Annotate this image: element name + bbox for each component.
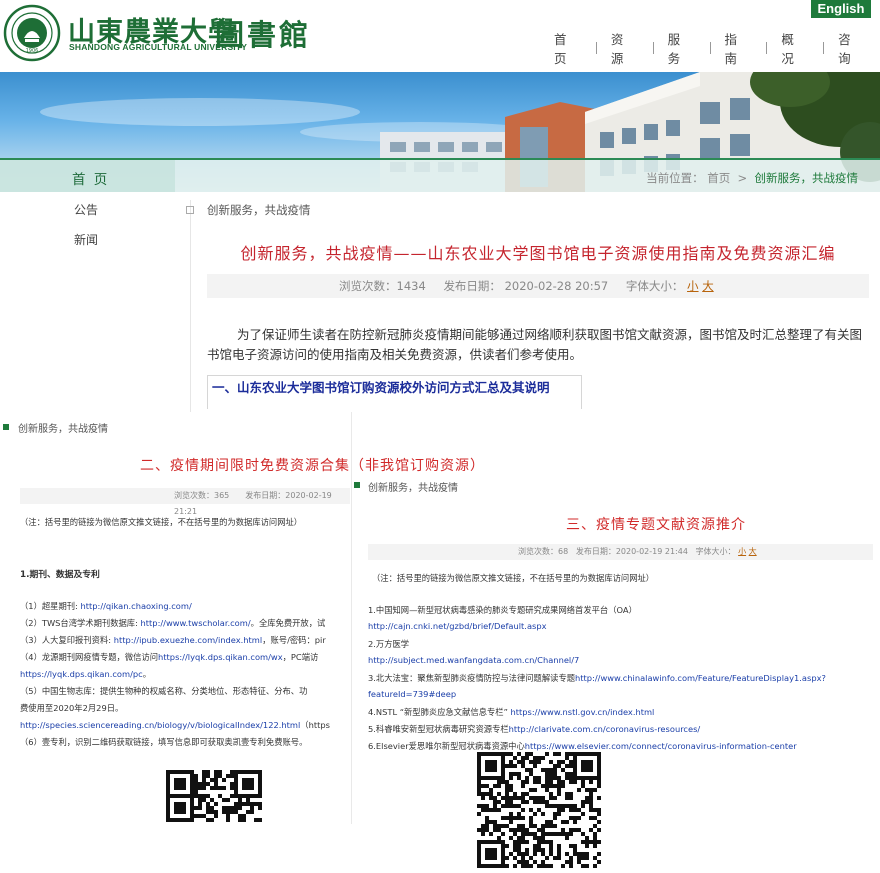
font-size-label: 字体大小： xyxy=(625,279,684,293)
nav-item-overview[interactable]: 概况 xyxy=(767,29,823,67)
category-label: 创新服务，共战疫情 xyxy=(18,424,108,435)
font-size-small-link[interactable]: 小 xyxy=(738,547,746,556)
resource-line: http://subject.med.wanfangdata.com.cn/Ch… xyxy=(368,655,579,665)
font-size-large-link[interactable]: 大 xyxy=(749,547,757,556)
category-marker-icon xyxy=(3,424,9,430)
resource-link[interactable]: https://www.elsevier.com/connect/coronav… xyxy=(525,741,797,751)
breadcrumb: 当前位置： 首页 > 创新服务，共战疫情 xyxy=(646,171,859,185)
article-title: 三、疫情专题文献资源推介 xyxy=(566,517,746,533)
library-name: 圖書館 xyxy=(215,18,312,52)
site-header: 1906 山東農業大學 SHANDONG AGRICULTURAL UNIVER… xyxy=(0,0,880,72)
home-tab[interactable]: 首 页 xyxy=(0,160,175,192)
publish-date-label: 发布日期： xyxy=(443,279,501,293)
intro-paragraph: 为了保证师生读者在防控新冠肺炎疫情期间能够通过网络顺利获取图书馆文献资源，图书馆… xyxy=(207,327,863,362)
resource-line: 6.Elsevier爱思唯尔新型冠状病毒资源中心https://www.else… xyxy=(368,741,797,751)
resource-line: （6）壹专利，识别二维码获取链接，填写信息即可获取奥凯壹专利免费账号。 xyxy=(20,737,308,747)
bullet-square-icon xyxy=(186,206,194,214)
nav-item-home[interactable]: 首页 xyxy=(540,29,596,67)
nav-item-guide[interactable]: 指南 xyxy=(710,29,766,67)
article-meta-bar: 浏览次数：68 发布日期：2020-02-19 21:44 字体大小： 小 大 xyxy=(368,544,873,560)
resource-line: （5）中国生物志库：提供生物种的权威名称、分类地位、形态特征、分布、功 xyxy=(20,686,308,696)
resource-line: （3）人大复印报刊资料: http://ipub.exuezhe.com/ind… xyxy=(20,635,326,645)
breadcrumb-separator: > xyxy=(737,171,748,185)
resource-line: http://cajn.cnki.net/gzbd/brief/Default.… xyxy=(368,621,547,631)
resource-line: （4）龙源期刊网疫情专题，微信访问https://lyqk.dps.qikan.… xyxy=(20,652,319,662)
article-title: 创新服务，共战疫情——山东农业大学图书馆电子资源使用指南及免费资源汇编 xyxy=(240,244,836,263)
note-text: （注：括号里的链接为微信原文推文链接，不在括号里的为数据库访问网址） xyxy=(372,573,655,583)
article-meta-bar: 浏览次数：365 发布日期：2020-02-19 21:21 xyxy=(20,488,350,516)
university-seal-logo[interactable]: 1906 xyxy=(3,4,61,62)
resource-line: 1.中国知网—新型冠状病毒感染的肺炎专题研究成果网络首发平台（OA） xyxy=(368,605,637,615)
resource-line: （1）超星期刊: http://qikan.chaoxing.com/ xyxy=(20,601,192,611)
svg-text:1906: 1906 xyxy=(26,48,39,54)
resource-link[interactable]: http://cajn.cnki.net/gzbd/brief/Default.… xyxy=(368,621,547,631)
view-count: 浏览次数：1434 xyxy=(339,279,426,293)
sub-navigation-bar: 首 页 当前位置： 首页 > 创新服务，共战疫情 xyxy=(0,158,880,192)
font-size-small-link[interactable]: 小 xyxy=(687,279,699,293)
resource-link[interactable]: http://www.chinalawinfo.com/Feature/Feat… xyxy=(575,673,826,683)
sidebar-divider xyxy=(190,200,191,412)
resource-link[interactable]: https://www.nstl.gov.cn/index.html xyxy=(511,707,655,717)
category-label: 创新服务，共战疫情 xyxy=(207,203,311,217)
sidebar-item-news[interactable]: 新闻 xyxy=(74,231,98,248)
main-nav: 首页 资源 服务 指南 概况 咨询 xyxy=(540,32,880,66)
section-heading: 1.期刊、数据及专利 xyxy=(20,570,100,580)
resource-link[interactable]: https://lyqk.dps.qikan.com/wx xyxy=(158,652,283,662)
resource-line: https://lyqk.dps.qikan.com/pc。 xyxy=(20,669,152,679)
nav-item-consult[interactable]: 咨询 xyxy=(824,29,880,67)
note-text: （注：括号里的链接为微信原文推文链接，不在括号里的为数据库访问网址） xyxy=(20,517,303,527)
qr-code-icon[interactable] xyxy=(166,770,262,822)
resource-line: http://species.sciencereading.cn/biology… xyxy=(20,720,330,730)
resource-line: 3.北大法宝：聚焦新型肺炎疫情防控与法律问题解读专题http://www.chi… xyxy=(368,673,826,683)
qr-code-icon[interactable] xyxy=(477,752,601,870)
resource-line: 2.万方医学 xyxy=(368,639,410,649)
resource-link[interactable]: http://www.twscholar.com/ xyxy=(141,618,251,628)
article-meta-bar: 浏览次数：1434 发布日期： 2020-02-28 20:57 字体大小： 小… xyxy=(207,274,869,298)
resource-link[interactable]: http://qikan.chaoxing.com/ xyxy=(81,601,192,611)
resource-link[interactable]: https://lyqk.dps.qikan.com/pc xyxy=(20,669,143,679)
breadcrumb-home-link[interactable]: 首页 xyxy=(707,171,730,185)
resource-line: 4.NSTL “新型肺炎应急文献信息专栏” https://www.nstl.g… xyxy=(368,707,655,717)
publish-date: 2020-02-28 20:57 xyxy=(504,279,609,293)
resource-line: 费使用至2020年2月29日。 xyxy=(20,703,124,713)
font-size-large-link[interactable]: 大 xyxy=(702,279,714,293)
resource-line: 5.科睿唯安新型冠状病毒研究资源专栏http://clarivate.com.c… xyxy=(368,724,701,734)
resource-link[interactable]: http://ipub.exuezhe.com/index.html xyxy=(114,635,263,645)
section-heading-1: 一、山东农业大学图书馆订购资源校外访问方式汇总及其说明 xyxy=(207,375,582,409)
resource-link[interactable]: http://clarivate.com.cn/coronavirus-reso… xyxy=(509,724,701,734)
english-language-button[interactable]: English xyxy=(811,0,871,18)
category-marker-icon xyxy=(354,482,360,488)
resource-line: featureId=739#deep xyxy=(368,689,456,699)
sidebar-item-notices[interactable]: 公告 xyxy=(74,201,98,218)
nav-item-services[interactable]: 服务 xyxy=(654,29,710,67)
resource-link[interactable]: http://subject.med.wanfangdata.com.cn/Ch… xyxy=(368,655,579,665)
resource-link[interactable]: featureId=739#deep xyxy=(368,689,456,699)
resource-line: （2）TWS台湾学术期刊数据库: http://www.twscholar.co… xyxy=(20,618,326,628)
resource-link[interactable]: http://species.sciencereading.cn/biology… xyxy=(20,720,300,730)
breadcrumb-current[interactable]: 创新服务，共战疫情 xyxy=(755,171,859,185)
article-title: 二、疫情期间限时免费资源合集（非我馆订购资源） xyxy=(140,458,485,474)
nav-item-resources[interactable]: 资源 xyxy=(597,29,653,67)
category-label: 创新服务，共战疫情 xyxy=(368,483,458,494)
